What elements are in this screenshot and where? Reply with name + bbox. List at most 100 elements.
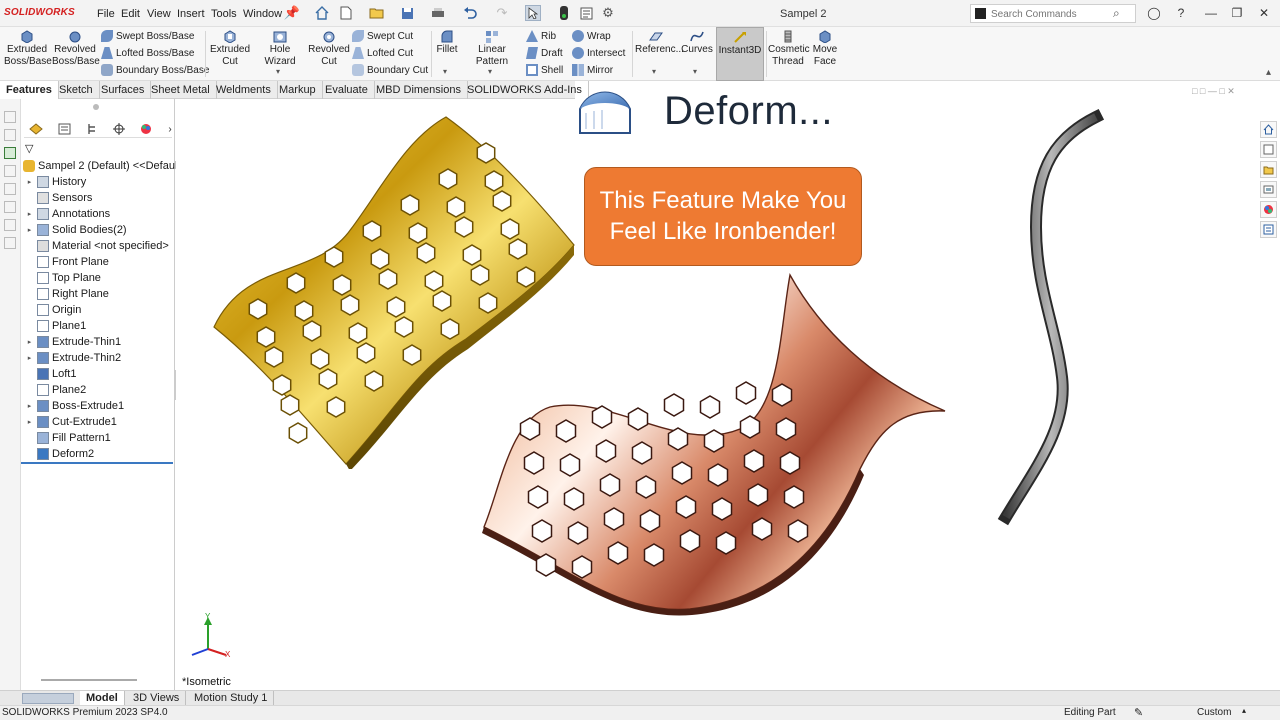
options-gear-icon[interactable]: ⚙: [600, 5, 616, 21]
rail-tool-icon[interactable]: [4, 129, 16, 141]
tab-sheet-metal[interactable]: Sheet Metal: [145, 81, 217, 99]
tree-horizontal-scrollbar[interactable]: [41, 679, 137, 681]
menu-window[interactable]: Window: [243, 8, 282, 20]
expand-arrow-icon[interactable]: ▸: [25, 338, 34, 346]
design-library-icon[interactable]: [1260, 141, 1277, 158]
help-icon[interactable]: ?: [1172, 5, 1190, 21]
tree-item[interactable]: Top Plane: [25, 270, 179, 286]
open-folder-icon[interactable]: [368, 5, 384, 21]
graphics-area[interactable]: □ □ — □ ✕ Deform... This Feature Make Yo…: [176, 86, 1256, 690]
revolved-cut-button[interactable]: Revolved Cut: [307, 27, 351, 81]
boundary-cut-button[interactable]: Boundary Cut: [352, 62, 428, 78]
print-icon[interactable]: [430, 5, 446, 21]
user-account-icon[interactable]: ◯: [1145, 5, 1163, 21]
rail-tool-icon[interactable]: [4, 219, 16, 231]
steel-profile-model[interactable]: [996, 107, 1116, 527]
boundary-boss-button[interactable]: Boundary Boss/Base: [101, 62, 209, 78]
tree-item[interactable]: Deform2: [25, 446, 179, 462]
tab-motion-study-1[interactable]: Motion Study 1: [188, 691, 275, 706]
tree-item[interactable]: ▸ Extrude-Thin2: [25, 350, 179, 366]
tree-item[interactable]: Plane1: [25, 318, 179, 334]
rail-tool-icon[interactable]: [4, 183, 16, 195]
reference-dropdown-icon[interactable]: ▾: [652, 67, 656, 76]
solidworks-resources-icon[interactable]: [1260, 121, 1277, 138]
lofted-boss-button[interactable]: Lofted Boss/Base: [101, 45, 194, 61]
pin-icon[interactable]: 📌: [284, 5, 300, 21]
move-face-button[interactable]: Move Face: [810, 27, 840, 81]
search-commands[interactable]: ⌕: [970, 4, 1136, 23]
tree-item[interactable]: Sensors: [25, 190, 179, 206]
tree-item[interactable]: Fill Pattern1: [25, 430, 179, 446]
rollback-bar[interactable]: [21, 462, 173, 464]
menu-view[interactable]: View: [147, 8, 171, 20]
tab-features[interactable]: Features: [0, 81, 59, 99]
tab-evaluate[interactable]: Evaluate: [319, 81, 375, 99]
rail-tool-icon[interactable]: [4, 165, 16, 177]
copper-deformed-sheet-model[interactable]: [480, 269, 950, 619]
expand-arrow-icon[interactable]: ▸: [25, 178, 34, 186]
select-arrow-icon[interactable]: [525, 5, 541, 21]
swept-boss-button[interactable]: Swept Boss/Base: [101, 28, 194, 44]
configuration-manager-tab-icon[interactable]: [84, 122, 100, 136]
menu-insert[interactable]: Insert: [177, 8, 205, 20]
expand-arrow-icon[interactable]: ▸: [25, 226, 34, 234]
hole-wizard-dropdown-icon[interactable]: ▾: [276, 67, 280, 76]
tree-item[interactable]: Plane2: [25, 382, 179, 398]
panel-grip-icon[interactable]: [93, 104, 99, 110]
expand-arrow-icon[interactable]: ▸: [25, 418, 34, 426]
tree-item[interactable]: ▸ Annotations: [25, 206, 179, 222]
close-button[interactable]: ✕: [1255, 5, 1273, 21]
tab-weldments[interactable]: Weldments: [210, 81, 278, 99]
wrap-button[interactable]: Wrap: [572, 28, 611, 44]
feature-manager-tab-icon[interactable]: [28, 122, 44, 136]
expand-arrow-icon[interactable]: ▸: [25, 354, 34, 362]
tab-solidworks-addins[interactable]: SOLIDWORKS Add-Ins: [461, 81, 589, 99]
expand-arrow-icon[interactable]: ▸: [25, 210, 34, 218]
minimize-button[interactable]: —: [1202, 5, 1220, 21]
property-manager-tab-icon[interactable]: [56, 122, 72, 136]
instant3d-button[interactable]: Instant3D: [716, 27, 764, 81]
tree-item[interactable]: Front Plane: [25, 254, 179, 270]
save-icon[interactable]: [399, 5, 415, 21]
tree-item[interactable]: ▸ Boss-Extrude1: [25, 398, 179, 414]
tab-surfaces[interactable]: Surfaces: [95, 81, 152, 99]
extruded-boss-button[interactable]: Extruded Boss/Base: [4, 27, 52, 81]
tree-item[interactable]: Origin: [25, 302, 179, 318]
tree-item[interactable]: ▸ Cut-Extrude1: [25, 414, 179, 430]
swept-cut-button[interactable]: Swept Cut: [352, 28, 413, 44]
tree-item[interactable]: Right Plane: [25, 286, 179, 302]
restore-button[interactable]: ❐: [1228, 5, 1246, 21]
tab-sketch[interactable]: Sketch: [53, 81, 100, 99]
tab-model[interactable]: Model: [80, 691, 125, 706]
custom-properties-icon[interactable]: [1260, 221, 1277, 238]
tab-3d-views[interactable]: 3D Views: [127, 691, 187, 706]
rail-tool-icon[interactable]: [4, 147, 16, 159]
units-dropdown-icon[interactable]: ▴: [1242, 706, 1246, 715]
filter-icon[interactable]: ▽: [25, 142, 33, 155]
rail-tool-icon[interactable]: [4, 201, 16, 213]
tree-item[interactable]: ▸ Extrude-Thin1: [25, 334, 179, 350]
tree-item[interactable]: Loft1: [25, 366, 179, 382]
file-explorer-icon[interactable]: [1260, 161, 1277, 178]
expand-arrow-icon[interactable]: ▸: [25, 402, 34, 410]
appearances-icon[interactable]: [1260, 201, 1277, 218]
search-input[interactable]: [991, 7, 1111, 21]
rail-tool-icon[interactable]: [4, 111, 16, 123]
viewport-window-controls[interactable]: □ □ — □ ✕: [1192, 86, 1235, 97]
redo-icon[interactable]: ↷: [494, 5, 510, 21]
linear-pattern-dropdown-icon[interactable]: ▾: [488, 67, 492, 76]
file-properties-icon[interactable]: [578, 5, 594, 21]
collapse-ribbon-icon[interactable]: ▴: [1266, 67, 1271, 78]
tree-item[interactable]: ▸ History: [25, 174, 179, 190]
search-icon[interactable]: ⌕: [1113, 6, 1120, 21]
home-icon[interactable]: [314, 5, 330, 21]
revolved-boss-button[interactable]: Revolved Boss/Base: [52, 27, 100, 81]
shell-button[interactable]: Shell: [526, 62, 563, 78]
rib-button[interactable]: Rib: [526, 28, 556, 44]
rebuild-icon[interactable]: ✎: [1134, 706, 1143, 719]
tab-markup[interactable]: Markup: [273, 81, 323, 99]
view-palette-icon[interactable]: [1260, 181, 1277, 198]
rail-tool-icon[interactable]: [4, 237, 16, 249]
tab-mbd-dimensions[interactable]: MBD Dimensions: [370, 81, 468, 99]
curves-dropdown-icon[interactable]: ▾: [693, 67, 697, 76]
